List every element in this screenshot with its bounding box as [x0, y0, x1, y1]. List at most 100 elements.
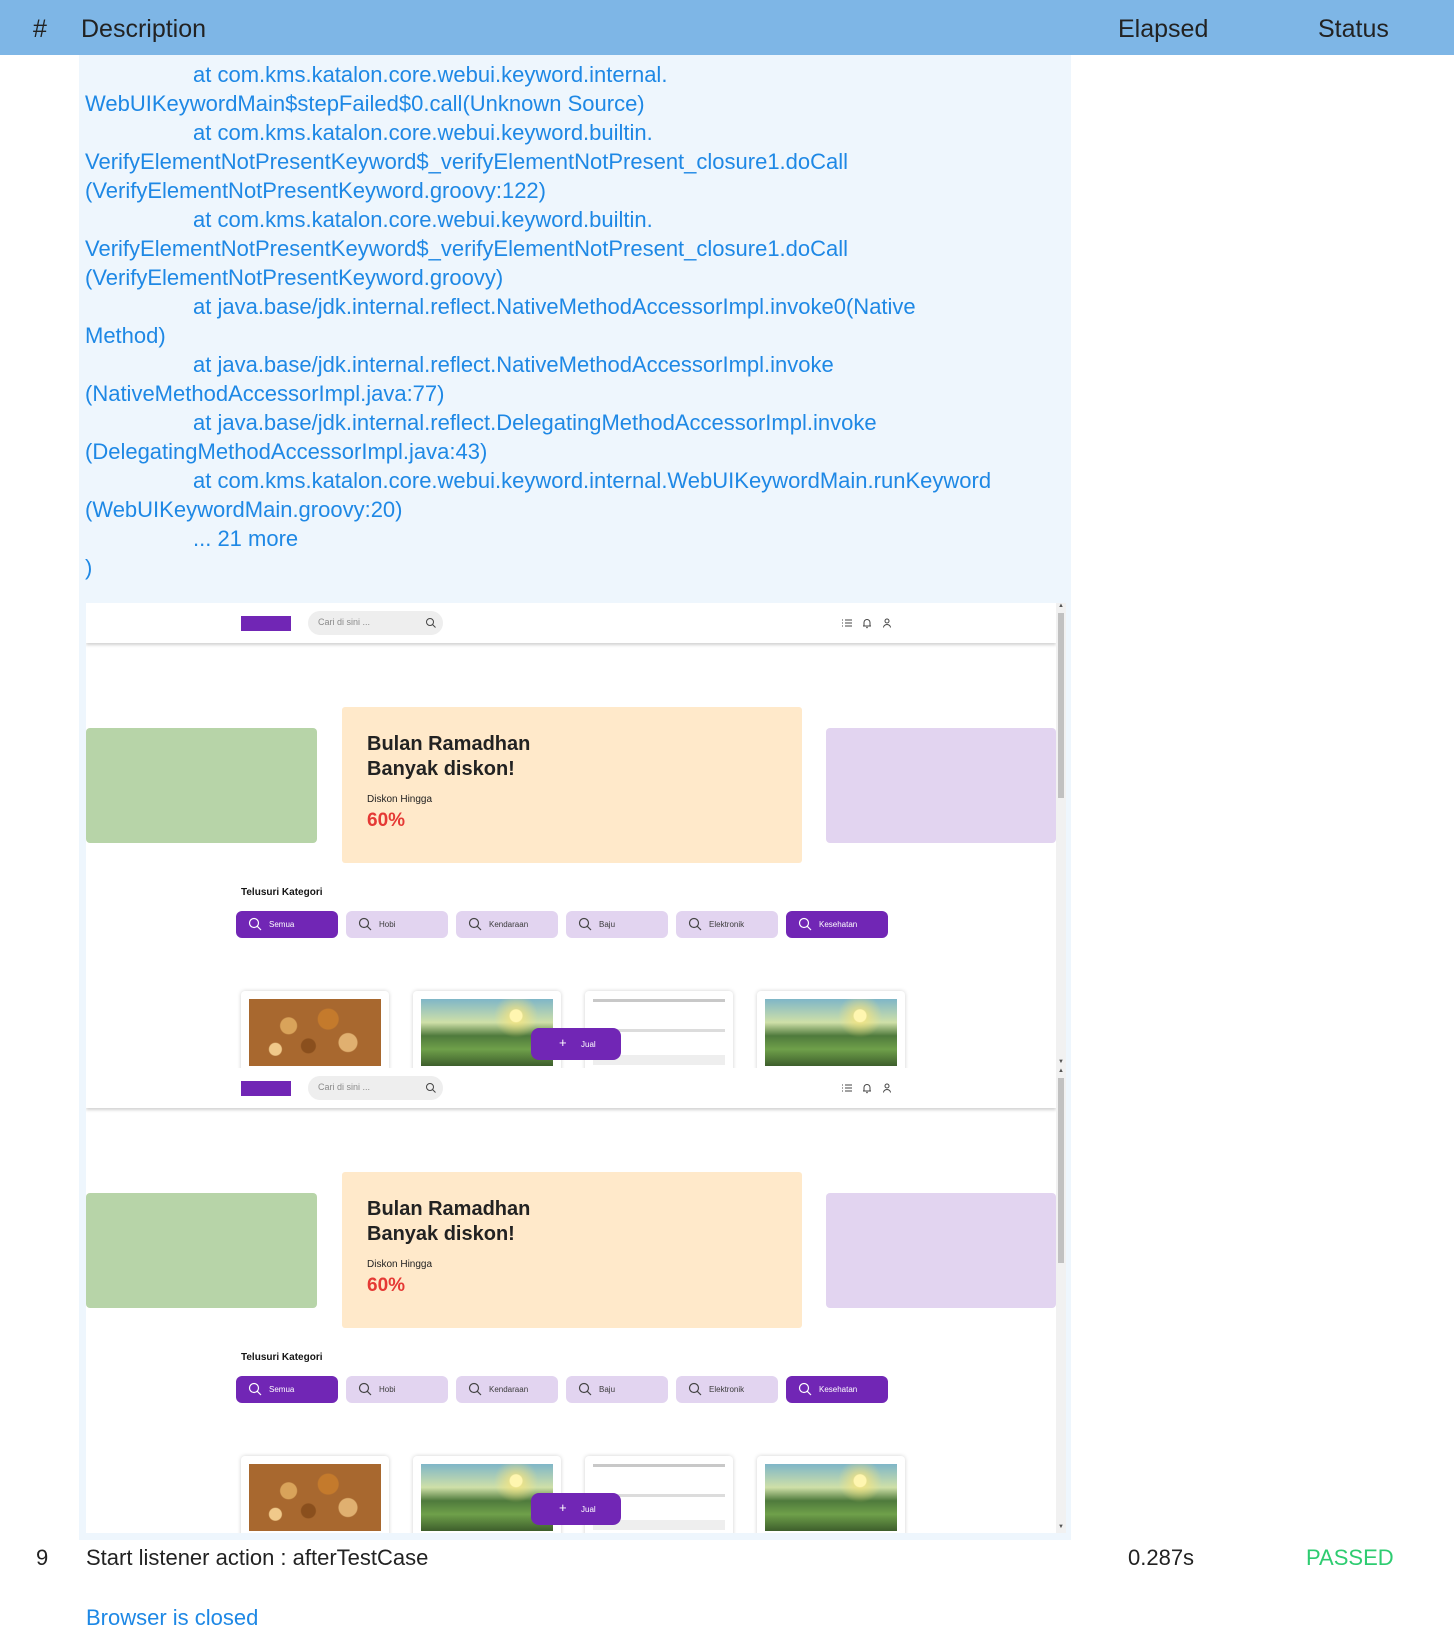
log-line: (WebUIKeywordMain.groovy:20) [85, 497, 403, 522]
search-placeholder: Cari di sini ... [318, 617, 371, 627]
bell-icon[interactable] [861, 1081, 873, 1099]
search-icon [248, 917, 262, 933]
log-line: at com.kms.katalon.core.webui.keyword.in… [193, 62, 668, 87]
product-card[interactable] [757, 1456, 905, 1533]
product-image [249, 999, 381, 1066]
jual-button[interactable]: + Jual [531, 1493, 621, 1525]
log-line: (VerifyElementNotPresentKeyword.groovy) [85, 265, 504, 290]
log-line: at java.base/jdk.internal.reflect.Native… [193, 352, 834, 377]
category-button-kendaraan[interactable]: Kendaraan [456, 1376, 558, 1403]
product-card[interactable] [241, 991, 389, 1068]
category-label: Elektronik [709, 1385, 745, 1394]
banner-next[interactable] [826, 1193, 1056, 1308]
jual-button[interactable]: + Jual [531, 1028, 621, 1060]
search-icon [358, 917, 372, 933]
log-line: (VerifyElementNotPresentKeyword.groovy:1… [85, 178, 546, 203]
user-icon[interactable] [881, 1081, 893, 1099]
search-input[interactable]: Cari di sini ... [308, 1076, 443, 1100]
log-line: ) [85, 555, 93, 580]
log-line: VerifyElementNotPresentKeyword$_verifyEl… [85, 149, 849, 174]
promo-banner[interactable]: Bulan Ramadhan Banyak diskon! Diskon Hin… [342, 1172, 802, 1328]
table-row: 9 Start listener action : afterTestCase … [0, 1540, 1454, 1570]
category-button-kesehatan[interactable]: Kesehatan [786, 1376, 888, 1403]
plus-icon: + [559, 1500, 567, 1515]
category-button-hobi[interactable]: Hobi [346, 1376, 448, 1403]
category-button-elektronik[interactable]: Elektronik [676, 1376, 778, 1403]
row-log-message: Browser is closed [86, 1605, 259, 1630]
category-button-semua[interactable]: Semua [236, 1376, 338, 1403]
category-label: Kendaraan [489, 1385, 529, 1394]
scroll-up-icon[interactable]: ▲ [1058, 1068, 1064, 1074]
log-line: at java.base/jdk.internal.reflect.Native… [193, 294, 916, 319]
banner-title-line: Bulan Ramadhan [367, 1198, 531, 1220]
log-line: (NativeMethodAccessorImpl.java:77) [85, 381, 445, 406]
banner-title-line: Banyak diskon! [367, 758, 515, 780]
banner-next[interactable] [826, 728, 1056, 843]
banner-prev[interactable] [86, 728, 317, 843]
log-line: at com.kms.katalon.core.webui.keyword.bu… [193, 207, 653, 232]
banner-prev[interactable] [86, 1193, 317, 1308]
user-icon[interactable] [881, 616, 893, 634]
search-icon[interactable] [425, 1081, 437, 1099]
search-icon [798, 1382, 812, 1398]
search-icon [798, 917, 812, 933]
scroll-down-icon[interactable]: ▼ [1058, 1524, 1064, 1530]
product-card[interactable] [757, 991, 905, 1068]
category-button-kesehatan[interactable]: Kesehatan [786, 911, 888, 938]
banner-discount: 60% [367, 810, 406, 831]
category-label: Hobi [379, 1385, 396, 1394]
table-header: # Description Elapsed Status [0, 0, 1454, 55]
embedded-screenshot: Cari di sini ... Bulan Ramadhan Banyak d… [86, 1068, 1066, 1533]
category-button-kendaraan[interactable]: Kendaraan [456, 911, 558, 938]
search-icon [358, 1382, 372, 1398]
site-logo[interactable] [241, 616, 291, 631]
banner-title-line: Banyak diskon! [367, 1223, 515, 1245]
log-line: at com.kms.katalon.core.webui.keyword.in… [193, 468, 992, 493]
log-line: at java.base/jdk.internal.reflect.Delega… [193, 410, 877, 435]
category-button-baju[interactable]: Baju [566, 911, 668, 938]
category-button-elektronik[interactable]: Elektronik [676, 911, 778, 938]
product-card[interactable] [241, 1456, 389, 1533]
scroll-up-icon[interactable]: ▲ [1058, 603, 1064, 609]
product-image [249, 1464, 381, 1531]
jual-label: Jual [581, 1505, 596, 1514]
header-description: Description [81, 15, 207, 43]
search-input[interactable]: Cari di sini ... [308, 611, 443, 635]
scrollbar-thumb[interactable] [1058, 1078, 1064, 1263]
jual-label: Jual [581, 1040, 596, 1049]
banner-title-line: Bulan Ramadhan [367, 733, 531, 755]
product-image [765, 1464, 897, 1531]
embedded-screenshot: Cari di sini ... Bulan Ramadhan Banyak d… [86, 603, 1066, 1068]
category-title: Telusuri Kategori [241, 1352, 323, 1363]
site-logo[interactable] [241, 1081, 291, 1096]
search-icon[interactable] [425, 616, 437, 634]
bell-icon[interactable] [861, 616, 873, 634]
banner-subtitle: Diskon Hingga [367, 794, 433, 805]
product-image [765, 999, 897, 1066]
category-label: Kendaraan [489, 920, 529, 929]
scrollbar-thumb[interactable] [1058, 613, 1064, 798]
list-icon[interactable] [841, 616, 853, 634]
category-button-hobi[interactable]: Hobi [346, 911, 448, 938]
banner-discount: 60% [367, 1275, 406, 1296]
banner-subtitle: Diskon Hingga [367, 1259, 433, 1270]
promo-banner[interactable]: Bulan Ramadhan Banyak diskon! Diskon Hin… [342, 707, 802, 863]
log-line: VerifyElementNotPresentKeyword$_verifyEl… [85, 236, 849, 261]
status-badge: PASSED [1306, 1545, 1394, 1570]
category-button-semua[interactable]: Semua [236, 911, 338, 938]
header-status: Status [1318, 15, 1389, 43]
log-line: ... 21 more [193, 526, 299, 551]
list-icon[interactable] [841, 1081, 853, 1099]
search-icon [248, 1382, 262, 1398]
log-line: at com.kms.katalon.core.webui.keyword.bu… [193, 120, 653, 145]
category-label: Baju [599, 920, 616, 929]
plus-icon: + [559, 1035, 567, 1050]
log-line: Method) [85, 323, 166, 348]
search-icon [688, 1382, 702, 1398]
log-line: (DelegatingMethodAccessorImpl.java:43) [85, 439, 488, 464]
category-button-baju[interactable]: Baju [566, 1376, 668, 1403]
scroll-down-icon[interactable]: ▼ [1058, 1059, 1064, 1065]
search-icon [578, 1382, 592, 1398]
search-icon [578, 917, 592, 933]
banner-title: Bulan Ramadhan Banyak diskon! [367, 732, 530, 782]
